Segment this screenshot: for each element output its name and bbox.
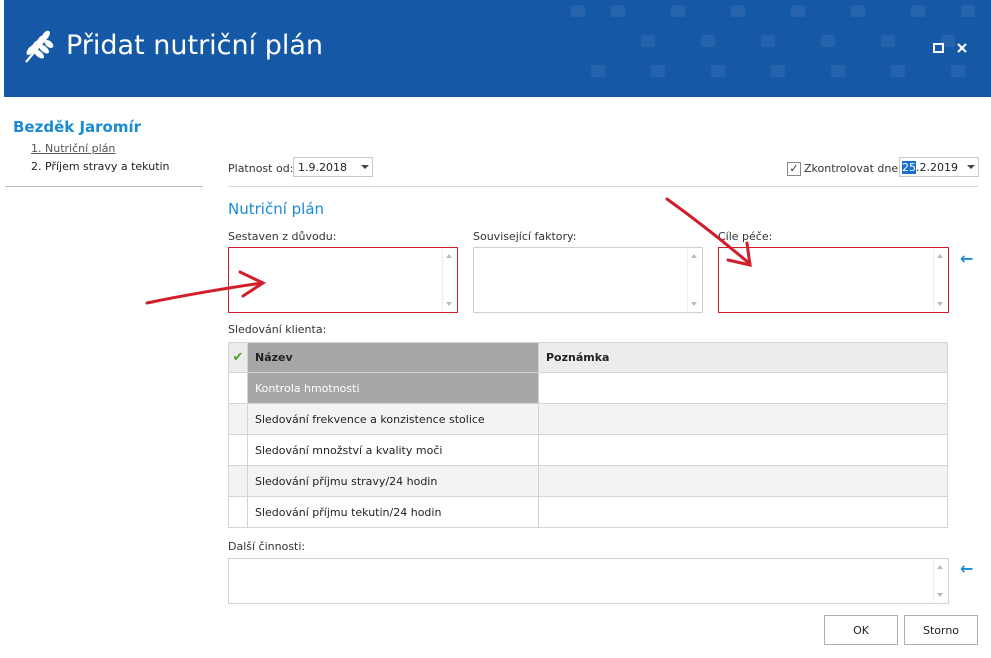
row-name: Kontrola hmotnosti — [247, 372, 539, 404]
valid-from-label: Platnost od: — [228, 162, 294, 175]
row-note[interactable] — [538, 465, 948, 497]
reason-textarea[interactable] — [228, 247, 458, 313]
maximize-icon[interactable] — [930, 40, 946, 56]
valid-from-value: 1.9.2018 — [298, 161, 347, 174]
table-row[interactable]: Sledování frekvence a konzistence stolic… — [228, 403, 948, 435]
other-textarea[interactable] — [228, 558, 949, 604]
valid-from-select[interactable]: 1.9.2018 — [293, 157, 373, 177]
check-date-day-selected: 25 — [902, 161, 916, 174]
ok-button[interactable]: OK — [824, 615, 898, 645]
row-checkbox[interactable] — [228, 465, 248, 497]
table-row[interactable]: Sledování příjmu tekutin/24 hodin — [228, 496, 948, 528]
sidebar-divider — [5, 186, 203, 187]
check-date-rest: .2.2019 — [916, 161, 958, 174]
row-checkbox[interactable] — [228, 403, 248, 435]
row-note[interactable] — [538, 496, 948, 528]
header-divider — [228, 186, 978, 187]
table-header-row: ✔ Název Poznámka — [228, 342, 948, 373]
wheat-icon — [25, 30, 54, 63]
cancel-button[interactable]: Storno — [904, 615, 978, 645]
table-row[interactable]: Sledování příjmu stravy/24 hodin — [228, 465, 948, 497]
goals-textarea[interactable] — [718, 247, 949, 313]
scrollbar[interactable] — [933, 560, 947, 602]
title-bar-pattern — [571, 5, 975, 77]
check-date-checkbox[interactable]: ✓ — [787, 162, 801, 176]
row-name: Sledování množství a kvality moči — [247, 434, 539, 466]
factors-label: Související faktory: — [473, 230, 577, 243]
row-name: Sledování příjmu tekutin/24 hodin — [247, 496, 539, 528]
check-date-label: Zkontrolovat dne: — [804, 162, 902, 175]
column-header-name[interactable]: Název — [247, 342, 539, 373]
row-name: Sledování frekvence a konzistence stolic… — [247, 403, 539, 435]
check-date-value: 25.2.2019 — [902, 161, 958, 174]
goals-label: Cíle péče: — [718, 230, 773, 243]
sidebar-item-food-intake[interactable]: 2. Příjem stravy a tekutin — [31, 160, 170, 173]
row-note[interactable] — [538, 434, 948, 466]
row-note[interactable] — [538, 372, 948, 404]
other-label: Další činnosti: — [228, 540, 306, 553]
arrow-left-icon[interactable]: ← — [960, 559, 973, 578]
scrollbar[interactable] — [933, 249, 947, 311]
factors-textarea[interactable] — [473, 247, 703, 313]
row-checkbox[interactable] — [228, 434, 248, 466]
sidebar-item-nutrition-plan[interactable]: 1. Nutriční plán — [31, 142, 115, 155]
row-checkbox[interactable] — [228, 496, 248, 528]
row-name: Sledování příjmu stravy/24 hodin — [247, 465, 539, 497]
chevron-down-icon — [361, 165, 369, 169]
arrow-left-icon[interactable]: ← — [960, 249, 973, 268]
row-checkbox[interactable] — [228, 372, 248, 404]
tracking-table: ✔ Název Poznámka Kontrola hmotnosti Sled… — [228, 342, 948, 528]
scrollbar[interactable] — [442, 249, 456, 311]
chevron-down-icon — [967, 165, 975, 169]
column-header-note[interactable]: Poznámka — [538, 342, 948, 373]
title-bar: Přidat nutriční plán — [4, 0, 991, 97]
section-title: Nutriční plán — [228, 200, 325, 218]
client-name: Bezděk Jaromír — [13, 118, 142, 136]
table-row[interactable]: Sledování množství a kvality moči — [228, 434, 948, 466]
check-date-select[interactable]: 25.2.2019 — [899, 157, 979, 177]
checkmark-icon[interactable]: ✔ — [228, 342, 248, 373]
tracking-label: Sledování klienta: — [228, 323, 327, 336]
scrollbar[interactable] — [687, 249, 701, 311]
table-row[interactable]: Kontrola hmotnosti — [228, 372, 948, 404]
row-note[interactable] — [538, 403, 948, 435]
reason-label: Sestaven z důvodu: — [228, 230, 337, 243]
window-title: Přidat nutriční plán — [66, 30, 324, 61]
close-icon[interactable] — [954, 40, 970, 56]
